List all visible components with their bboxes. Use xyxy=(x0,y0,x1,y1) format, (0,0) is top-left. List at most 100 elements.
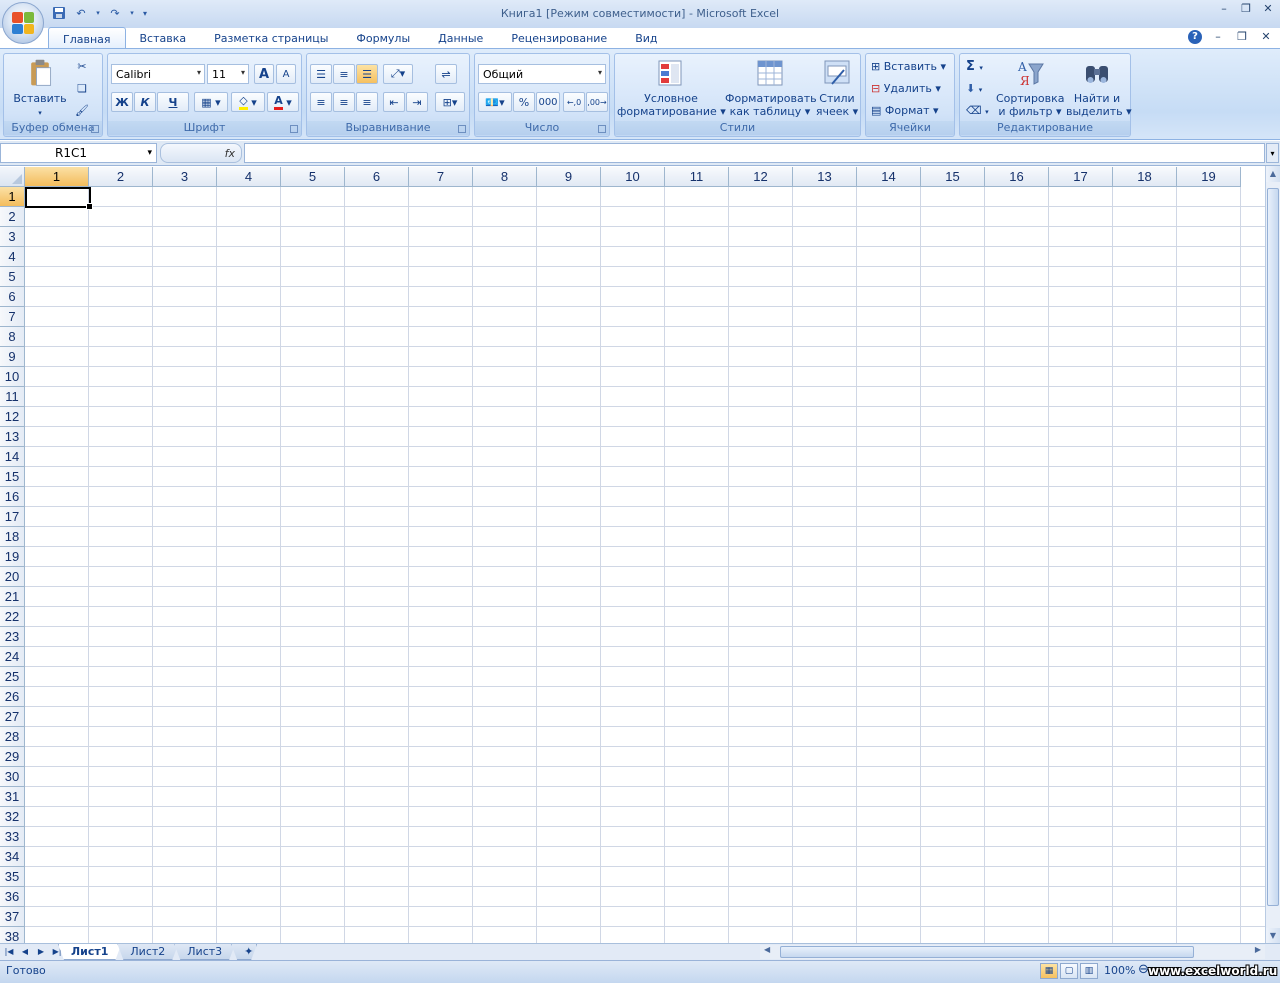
clear-button[interactable]: ⌫ ▾ xyxy=(966,104,989,119)
borders-button[interactable]: ▦ ▾ xyxy=(194,92,228,112)
row-header[interactable]: 33 xyxy=(0,827,25,847)
scroll-down-icon[interactable]: ▼ xyxy=(1266,928,1280,944)
column-header[interactable]: 12 xyxy=(729,167,793,187)
page-break-view-icon[interactable]: ▥ xyxy=(1080,963,1098,979)
row-header[interactable]: 32 xyxy=(0,807,25,827)
row-header[interactable]: 19 xyxy=(0,547,25,567)
column-header[interactable]: 10 xyxy=(601,167,665,187)
orientation-button[interactable]: ⤢▾ xyxy=(383,64,413,84)
help-icon[interactable]: ? xyxy=(1188,30,1202,44)
increase-decimal-button[interactable]: ←,0 xyxy=(563,92,585,112)
decrease-indent-button[interactable]: ⇤ xyxy=(383,92,405,112)
column-header[interactable]: 18 xyxy=(1113,167,1177,187)
row-header[interactable]: 34 xyxy=(0,847,25,867)
first-sheet-icon[interactable]: |◀ xyxy=(2,944,16,960)
vertical-scrollbar[interactable]: ▲ ▼ xyxy=(1265,166,1280,944)
row-header[interactable]: 29 xyxy=(0,747,25,767)
prev-sheet-icon[interactable]: ◀ xyxy=(18,944,32,960)
insert-function-button[interactable]: fx xyxy=(160,143,242,163)
format-as-table-button[interactable]: Форматировать как таблицу ▾ xyxy=(725,58,817,118)
column-header[interactable]: 4 xyxy=(217,167,281,187)
zoom-level[interactable]: 100% xyxy=(1104,964,1135,977)
column-header[interactable]: 2 xyxy=(89,167,153,187)
row-header[interactable]: 13 xyxy=(0,427,25,447)
office-button[interactable] xyxy=(2,2,44,44)
row-header[interactable]: 5 xyxy=(0,267,25,287)
shrink-font-button[interactable]: A xyxy=(276,64,296,84)
horizontal-scrollbar[interactable]: ◀ ▶ xyxy=(760,945,1265,959)
column-header[interactable]: 8 xyxy=(473,167,537,187)
underline-button[interactable]: Ч xyxy=(157,92,189,112)
currency-format-button[interactable]: 💶▾ xyxy=(478,92,512,112)
horizontal-scroll-thumb[interactable] xyxy=(780,946,1194,958)
column-header[interactable]: 6 xyxy=(345,167,409,187)
row-header[interactable]: 16 xyxy=(0,487,25,507)
merge-center-button[interactable]: ⊞▾ xyxy=(435,92,465,112)
find-select-button[interactable]: Найти и выделить ▾ xyxy=(1066,58,1132,118)
column-header[interactable]: 15 xyxy=(921,167,985,187)
row-header[interactable]: 22 xyxy=(0,607,25,627)
row-header[interactable]: 26 xyxy=(0,687,25,707)
row-header[interactable]: 37 xyxy=(0,907,25,927)
next-sheet-icon[interactable]: ▶ xyxy=(34,944,48,960)
cell-styles-button[interactable]: Стили ячеек ▾ xyxy=(815,58,859,118)
row-header[interactable]: 24 xyxy=(0,647,25,667)
tab-formulas[interactable]: Формулы xyxy=(342,27,424,49)
row-header[interactable]: 1 xyxy=(0,187,25,207)
chevron-down-icon[interactable]: ▾ xyxy=(147,148,152,158)
cut-icon[interactable]: ✂ xyxy=(74,60,90,73)
scroll-left-icon[interactable]: ◀ xyxy=(764,945,770,954)
formula-input[interactable] xyxy=(244,143,1265,163)
row-header[interactable]: 21 xyxy=(0,587,25,607)
row-header[interactable]: 14 xyxy=(0,447,25,467)
increase-indent-button[interactable]: ⇥ xyxy=(406,92,428,112)
paste-button[interactable]: Вставить ▾ xyxy=(10,58,70,120)
font-launcher-icon[interactable] xyxy=(290,125,298,133)
alignment-launcher-icon[interactable] xyxy=(458,125,466,133)
column-header[interactable]: 14 xyxy=(857,167,921,187)
clipboard-launcher-icon[interactable] xyxy=(91,125,99,133)
sheet-tab-1[interactable]: Лист1 xyxy=(58,944,121,960)
row-header[interactable]: 27 xyxy=(0,707,25,727)
scroll-right-icon[interactable]: ▶ xyxy=(1255,945,1261,954)
grow-font-button[interactable]: A xyxy=(254,64,274,84)
fill-button[interactable]: ⬇ ▾ xyxy=(966,82,982,97)
select-all-button[interactable] xyxy=(0,167,25,187)
row-header[interactable]: 36 xyxy=(0,887,25,907)
row-header[interactable]: 7 xyxy=(0,307,25,327)
sort-filter-button[interactable]: AЯ Сортировка и фильтр ▾ xyxy=(996,58,1065,118)
column-header[interactable]: 7 xyxy=(409,167,473,187)
insert-cells-button[interactable]: ⊞ Вставить ▾ xyxy=(871,60,946,73)
align-bottom-button[interactable]: ☰ xyxy=(356,64,378,84)
row-header[interactable]: 30 xyxy=(0,767,25,787)
row-header[interactable]: 17 xyxy=(0,507,25,527)
tab-review[interactable]: Рецензирование xyxy=(497,27,621,49)
row-header[interactable]: 3 xyxy=(0,227,25,247)
align-middle-button[interactable]: ≡ xyxy=(333,64,355,84)
row-header[interactable]: 35 xyxy=(0,867,25,887)
align-center-button[interactable]: ≡ xyxy=(333,92,355,112)
minimize-icon[interactable]: – xyxy=(1216,2,1232,16)
delete-cells-button[interactable]: ⊟ Удалить ▾ xyxy=(871,82,941,95)
align-left-button[interactable]: ≡ xyxy=(310,92,332,112)
format-painter-icon[interactable]: 🖌 xyxy=(74,104,90,117)
column-header[interactable]: 16 xyxy=(985,167,1049,187)
scroll-up-icon[interactable]: ▲ xyxy=(1266,166,1280,182)
close-icon[interactable]: ✕ xyxy=(1260,2,1276,16)
column-header[interactable]: 1 xyxy=(25,167,89,187)
bold-button[interactable]: Ж xyxy=(111,92,133,112)
cell-area[interactable] xyxy=(25,187,1265,943)
column-header[interactable]: 3 xyxy=(153,167,217,187)
tab-page-layout[interactable]: Разметка страницы xyxy=(200,27,342,49)
row-header[interactable]: 28 xyxy=(0,727,25,747)
sheet-tab-3[interactable]: Лист3 xyxy=(174,944,235,960)
row-header[interactable]: 11 xyxy=(0,387,25,407)
tab-insert[interactable]: Вставка xyxy=(126,27,201,49)
insert-sheet-button[interactable]: ✦ xyxy=(231,944,257,960)
row-header[interactable]: 9 xyxy=(0,347,25,367)
row-header[interactable]: 2 xyxy=(0,207,25,227)
tab-data[interactable]: Данные xyxy=(424,27,497,49)
fill-color-button[interactable]: ◇ ▾ xyxy=(231,92,265,112)
expand-formula-bar-icon[interactable]: ▾ xyxy=(1266,143,1279,163)
name-box[interactable]: R1C1 ▾ xyxy=(0,143,157,163)
